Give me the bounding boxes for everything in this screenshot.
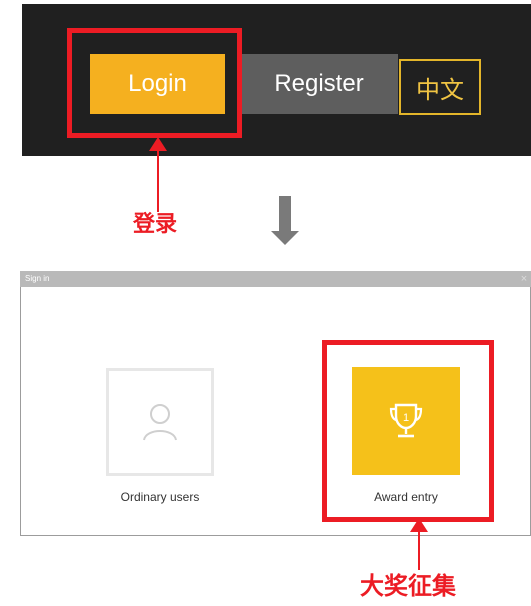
- user-icon: [143, 404, 177, 441]
- award-callout-arrowhead: [410, 518, 428, 532]
- ordinary-users-tile[interactable]: [106, 368, 214, 476]
- login-highlight-box: [67, 28, 242, 138]
- dialog-title: Sign in: [20, 271, 531, 287]
- award-highlight-box: [322, 340, 494, 522]
- login-caption: 登录: [133, 212, 178, 237]
- flow-arrow-shaft: [279, 196, 291, 232]
- login-callout-arrowhead: [149, 137, 167, 151]
- language-switch-button[interactable]: 中文: [399, 59, 481, 115]
- flow-arrow-down-icon: [271, 231, 299, 245]
- award-callout-line: [418, 530, 420, 570]
- ordinary-users-label[interactable]: Ordinary users: [110, 490, 210, 504]
- register-button[interactable]: Register: [240, 54, 398, 114]
- close-icon[interactable]: ×: [517, 271, 531, 287]
- award-caption: 大奖征集: [360, 572, 456, 600]
- login-callout-line: [157, 150, 159, 212]
